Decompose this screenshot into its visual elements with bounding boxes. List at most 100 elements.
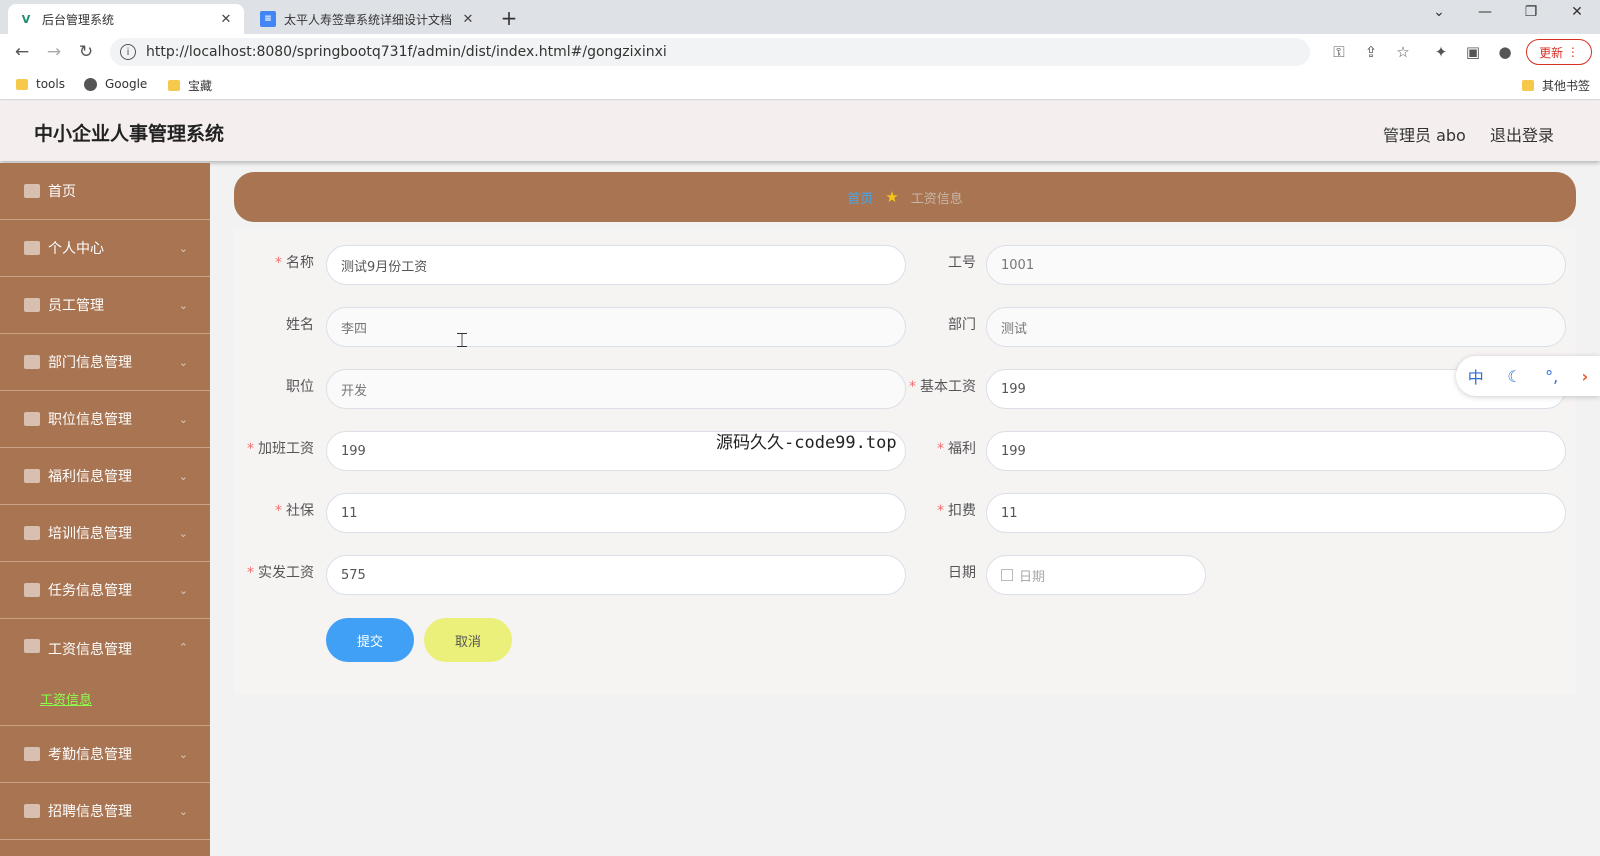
label-text: 实发工资 (258, 565, 314, 581)
window-close-button[interactable]: ✕ (1554, 4, 1600, 20)
sidebar-item-positions[interactable]: 职位信息管理 ⌄ (0, 391, 210, 448)
sidebar: 首页 个人中心 ⌄ 员工管理 ⌄ 部门信息管理 ⌄ 职位信息管理 ⌄ 福利信息管… (0, 163, 210, 856)
chevron-right-icon[interactable]: › (1582, 367, 1589, 386)
new-tab-button[interactable]: + (496, 6, 522, 30)
submit-button[interactable]: 提交 (326, 618, 414, 662)
profile-icon[interactable]: ● (1494, 43, 1516, 61)
sidebar-item-attendance[interactable]: 考勤信息管理 ⌄ (0, 726, 210, 783)
breadcrumb: 首页 ★ 工资信息 (234, 172, 1576, 222)
employee-name-label: 姓名 (286, 317, 314, 333)
folder-icon (16, 78, 28, 90)
punctuation-icon[interactable]: °, (1545, 367, 1558, 386)
breadcrumb-current: 工资信息 (910, 191, 963, 207)
tab-doc[interactable]: ≡ 太平人寿签章系统详细设计文档 ✕ (250, 4, 486, 34)
sidebar-item-tasks[interactable]: 任务信息管理 ⌄ (0, 562, 210, 619)
vue-logo-icon: V (21, 12, 31, 26)
sidebar-item-salary[interactable]: 工资信息管理 ⌃ 工资信息 (0, 619, 210, 726)
label-text: 社保 (286, 503, 314, 519)
sidebar-item-label: 部门信息管理 (48, 355, 132, 371)
text-cursor-icon: ⌶ (456, 328, 468, 352)
bookmark-other[interactable]: 其他书签 (1522, 77, 1590, 94)
name-field[interactable]: 测试9月份工资 (326, 245, 906, 285)
chevron-down-icon: ⌄ (178, 469, 188, 483)
employee-name-field[interactable]: 李四 (326, 307, 906, 347)
star-icon: ★ (885, 188, 899, 206)
sidebar-item-recruitment[interactable]: 招聘信息管理 ⌄ (0, 783, 210, 840)
chevron-down-icon[interactable]: ⌄ (1416, 4, 1462, 20)
cancel-button[interactable]: 取消 (424, 618, 512, 662)
sidebar-item-departments[interactable]: 部门信息管理 ⌄ (0, 334, 210, 391)
sidebar-item-label: 工资信息管理 (48, 642, 132, 658)
url-field[interactable]: i http://localhost:8080/springbootq731f/… (110, 38, 1310, 66)
bookmark-google[interactable]: Google (84, 77, 147, 91)
date-placeholder: 日期 (1019, 569, 1046, 585)
overtime-pay-label: * 加班工资 (247, 441, 314, 457)
chevron-down-icon: ⌄ (178, 241, 188, 255)
folder-icon (168, 80, 180, 91)
chevron-down-icon: ⌄ (178, 526, 188, 540)
department-icon (24, 355, 40, 369)
share-icon[interactable]: ⇪ (1360, 43, 1382, 61)
sidebar-item-label: 员工管理 (48, 298, 104, 314)
moon-icon[interactable]: ☾ (1507, 367, 1521, 386)
key-icon[interactable]: ⚿ (1328, 43, 1350, 61)
bookmark-label: tools (36, 77, 65, 91)
info-icon[interactable]: i (120, 44, 136, 60)
label-text: 加班工资 (258, 441, 314, 457)
deduction-field[interactable]: 11 (986, 493, 1566, 533)
sidebar-item-label: 招聘信息管理 (48, 804, 132, 820)
label-text: 名称 (286, 255, 314, 271)
department-field[interactable]: 测试 (986, 307, 1566, 347)
chevron-down-icon: ⌄ (178, 355, 188, 369)
sidebar-item-label: 任务信息管理 (48, 583, 132, 599)
close-icon[interactable]: ✕ (218, 12, 234, 27)
reload-icon[interactable]: ↻ (74, 42, 98, 62)
position-field[interactable]: 开发 (326, 369, 906, 409)
user-icon (24, 241, 40, 255)
label-text: 基本工资 (920, 379, 976, 395)
employee-number-field[interactable]: 1001 (986, 245, 1566, 285)
actual-salary-field[interactable]: 575 (326, 555, 906, 595)
chevron-down-icon: ⌄ (178, 747, 188, 761)
bookmark-treasure[interactable]: 宝藏 (168, 77, 212, 94)
bookmark-tools[interactable]: tools (16, 77, 65, 91)
sidebar-item-home[interactable]: 首页 (0, 163, 210, 220)
extensions-icon[interactable]: ✦ (1430, 43, 1452, 61)
sidebar-item-welfare[interactable]: 福利信息管理 ⌄ (0, 448, 210, 505)
back-arrow-icon[interactable]: ← (10, 42, 34, 62)
position-label: 职位 (286, 379, 314, 395)
date-picker[interactable]: 日期 (986, 555, 1206, 595)
restore-button[interactable]: ❐ (1508, 4, 1554, 20)
sidepanel-icon[interactable]: ▣ (1462, 43, 1484, 61)
welfare-field[interactable]: 199 (986, 431, 1566, 471)
date-label: 日期 (948, 565, 976, 581)
name-label: * 名称 (275, 255, 314, 271)
sidebar-item-label: 首页 (48, 184, 76, 200)
update-button[interactable]: 更新 ⋮ (1526, 39, 1592, 65)
social-security-label: * 社保 (275, 503, 314, 519)
chevron-down-icon: ⌄ (178, 298, 188, 312)
ime-mode[interactable]: 中 (1468, 364, 1484, 388)
sidebar-item-employees[interactable]: 员工管理 ⌄ (0, 277, 210, 334)
sidebar-item-profile[interactable]: 个人中心 ⌄ (0, 220, 210, 277)
social-security-field[interactable]: 11 (326, 493, 906, 533)
sidebar-subitem-salary-info[interactable]: 工资信息 (40, 689, 92, 708)
app-title: 中小企业人事管理系统 (34, 123, 225, 145)
breadcrumb-home[interactable]: 首页 (847, 188, 873, 207)
minimize-button[interactable]: — (1462, 4, 1508, 20)
sidebar-item-training[interactable]: 培训信息管理 ⌄ (0, 505, 210, 562)
logout-link[interactable]: 退出登录 (1490, 122, 1554, 146)
department-label: 部门 (948, 317, 976, 333)
tab-admin[interactable]: V 后台管理系统 ✕ (8, 4, 244, 34)
ime-toolbar[interactable]: 中 ☾ °, › (1456, 356, 1600, 396)
tab-title: 后台管理系统 (42, 12, 115, 27)
label-text: 扣费 (948, 503, 976, 519)
base-salary-label: * 基本工资 (909, 379, 976, 395)
calendar-icon (24, 747, 40, 761)
forward-arrow-icon[interactable]: → (42, 42, 66, 62)
home-icon (24, 184, 40, 198)
star-icon[interactable]: ☆ (1392, 43, 1414, 61)
browser-tab-bar: V 后台管理系统 ✕ ≡ 太平人寿签章系统详细设计文档 ✕ + ⌄ — ❐ ✕ (0, 0, 1600, 34)
close-icon[interactable]: ✕ (460, 12, 476, 27)
app-header: 中小企业人事管理系统 管理员 abo 退出登录 (0, 101, 1600, 161)
